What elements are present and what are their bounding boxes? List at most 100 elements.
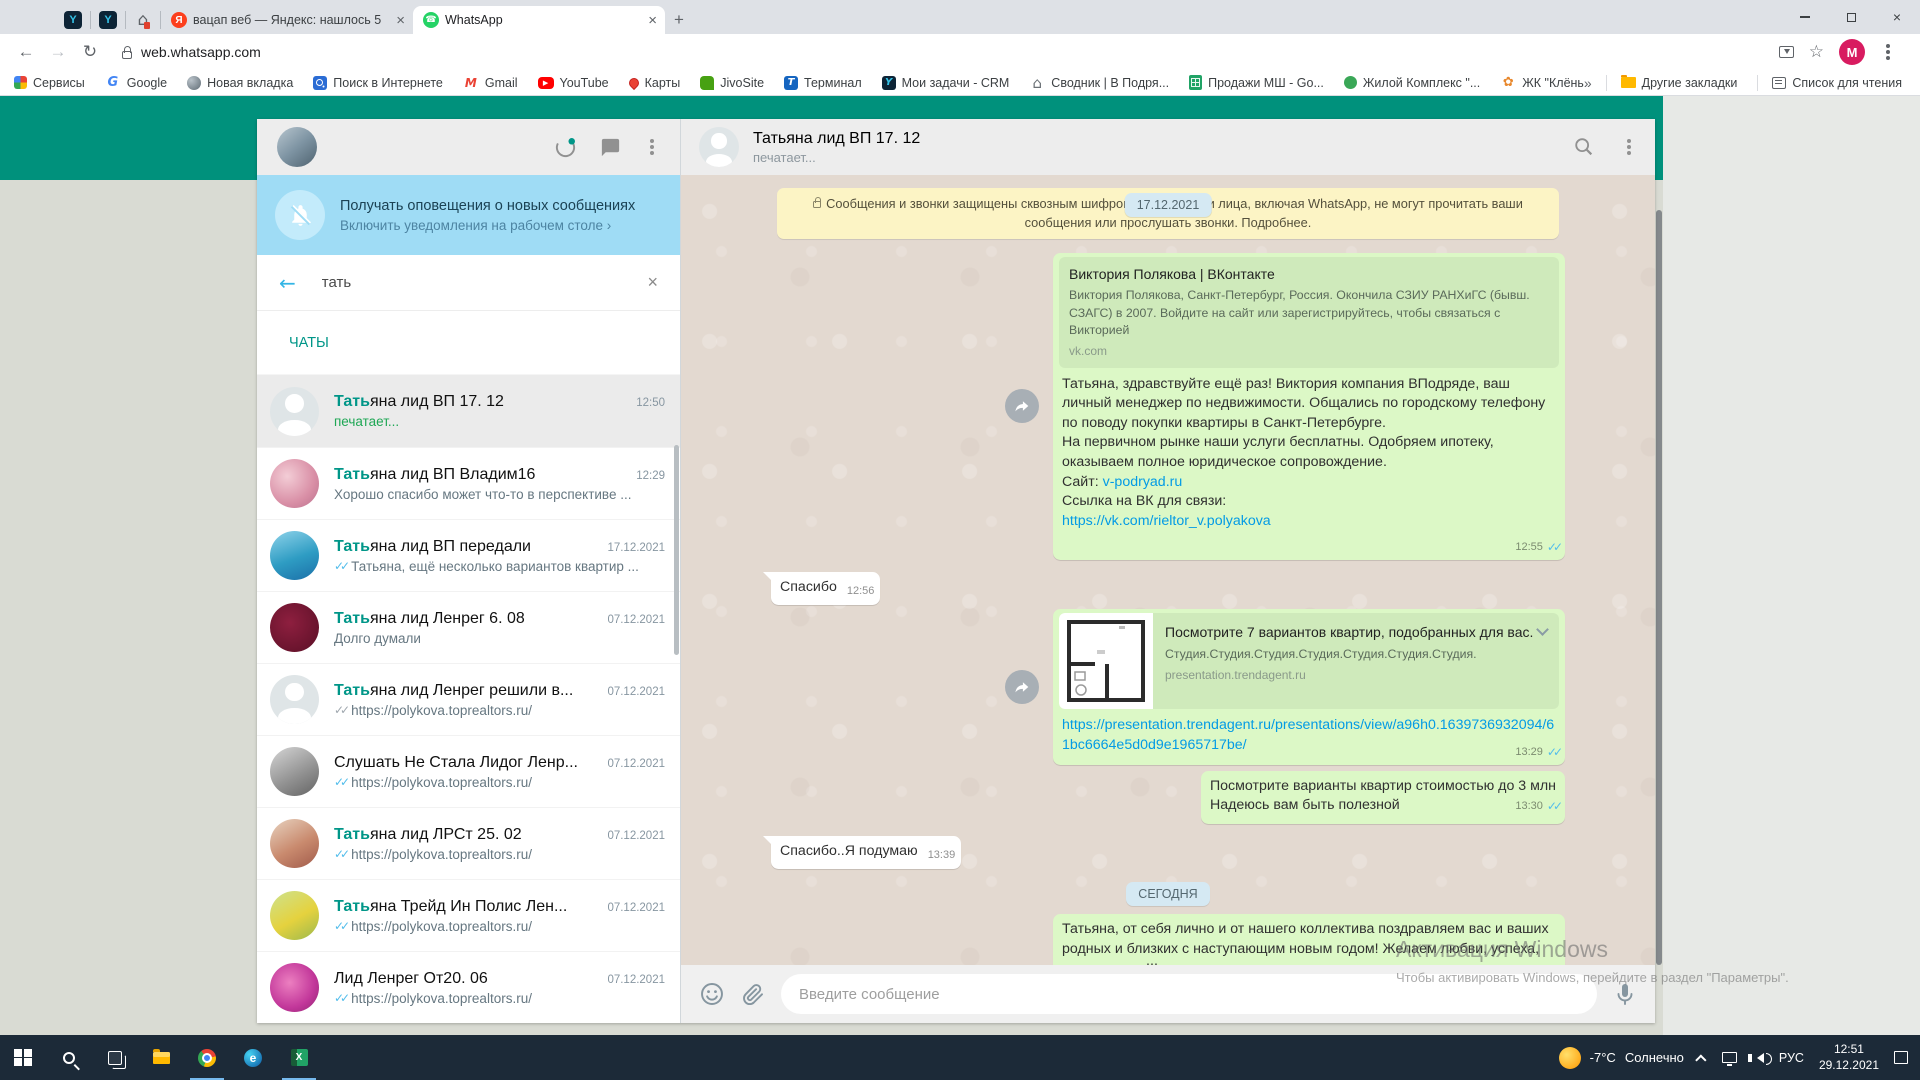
link[interactable]: https://presentation.trendagent.ru/prese…	[1062, 717, 1554, 753]
excel-button[interactable]	[276, 1035, 322, 1080]
today-chip: СЕГОДНЯ	[1126, 882, 1210, 907]
attach-icon[interactable]	[741, 982, 765, 1006]
bookmark-websearch[interactable]: Поиск в Интернете	[313, 75, 443, 90]
back-arrow-icon[interactable]: ←	[279, 271, 296, 295]
bookmark-kleny[interactable]: ✿ ЖК "Клёны" - гото...	[1500, 75, 1584, 91]
forward-icon[interactable]	[1005, 670, 1039, 705]
clock[interactable]: 12:51 29.12.2021	[1819, 1042, 1879, 1073]
taskbar-search-button[interactable]	[46, 1035, 92, 1080]
avatar	[270, 891, 319, 940]
chat-list-item[interactable]: Слушать Не Стала Лидог Ленр... 07.12.202…	[257, 735, 680, 807]
tab-close-icon[interactable]: ×	[648, 13, 657, 28]
action-center-icon[interactable]	[1894, 1051, 1908, 1064]
new-tab-button[interactable]: +	[665, 6, 693, 34]
chat-list-item[interactable]: Татьяна лид ЛРСт 25. 02 07.12.2021 https…	[257, 807, 680, 879]
tab-yandex-search[interactable]: Я вацап веб — Яндекс: нашлось 5 ×	[161, 6, 413, 34]
minimize-button[interactable]	[1782, 0, 1828, 34]
bookmark-gmail[interactable]: M Gmail	[463, 75, 518, 91]
forward-button[interactable]: →	[44, 38, 72, 66]
bookmark-green1[interactable]: Жилой Комплекс "...	[1343, 76, 1480, 90]
pinned-tab-yandex-2[interactable]: Y	[91, 6, 125, 34]
bookmark-maps[interactable]: Карты	[626, 75, 680, 90]
browser-profile-avatar[interactable]: M	[1839, 39, 1865, 65]
lock-icon	[122, 45, 132, 59]
chat-name: Татьяна лид Ленрег 6. 08	[334, 609, 525, 627]
scrollbar-thumb[interactable]	[1656, 210, 1662, 965]
message-bubble: Спасибо..Я подумаю 13:39	[762, 835, 962, 870]
address-bar[interactable]: web.whatsapp.com	[108, 38, 1775, 66]
pinned-tab-yandex-1[interactable]: Y	[56, 6, 90, 34]
mic-icon[interactable]	[1613, 982, 1637, 1006]
other-bookmarks-button[interactable]: Другие закладки	[1620, 75, 1737, 90]
chat-name: Слушать Не Стала Лидог Ленр...	[334, 753, 578, 771]
bookmark-globe[interactable]: Новая вкладка	[187, 75, 293, 90]
reading-list-button[interactable]: Список для чтения	[1772, 76, 1902, 90]
banner-subtitle[interactable]: Включить уведомления на рабочем столе ›	[340, 218, 635, 233]
reload-button[interactable]: ↻	[76, 38, 104, 66]
sidebar-scrollbar[interactable]	[674, 445, 679, 655]
display-tray-icon[interactable]	[1721, 1052, 1737, 1066]
clear-search-icon[interactable]: ×	[647, 272, 658, 293]
browser-menu-icon[interactable]	[1886, 50, 1890, 54]
bookmark-grid[interactable]: Сервисы	[14, 76, 85, 90]
bookmark-sheets[interactable]: Продажи МШ - Go...	[1189, 75, 1324, 90]
back-button[interactable]: ←	[12, 38, 40, 66]
link[interactable]: v-podryad.ru	[1103, 474, 1183, 490]
maximize-button[interactable]	[1828, 0, 1874, 34]
divider	[1757, 74, 1759, 91]
tab-close-icon[interactable]: ×	[396, 13, 405, 28]
chat-list-item[interactable]: Лид Ленрег От20. 06 07.12.2021 https://p…	[257, 951, 680, 1023]
chat-list-item[interactable]: Татьяна лид ВП 17. 12 12:50 печатает...	[257, 375, 680, 447]
message-bubble: Виктория Полякова | ВКонтакте Виктория П…	[1005, 253, 1565, 560]
tray-expand-icon[interactable]	[1695, 1053, 1707, 1066]
search-bar: ← ×	[257, 255, 680, 311]
bookmarks-overflow-icon[interactable]: »	[1584, 75, 1592, 91]
language-indicator[interactable]: РУС	[1779, 1051, 1804, 1065]
start-button[interactable]	[0, 1035, 46, 1080]
link[interactable]: https://vk.com/rieltor_v.polyakova	[1062, 513, 1271, 529]
edge-button[interactable]	[230, 1035, 276, 1080]
bookmark-jivo[interactable]: JivoSite	[700, 75, 764, 90]
profile-avatar[interactable]	[277, 127, 317, 167]
bookmark-star-icon[interactable]: ☆	[1809, 42, 1824, 62]
notifications-banner[interactable]: Получать оповещения о новых сообщениях В…	[257, 175, 680, 255]
share-icon[interactable]	[1778, 46, 1794, 58]
emoji-icon[interactable]	[699, 981, 725, 1007]
volume-icon[interactable]	[1747, 1052, 1772, 1065]
chat-list-item[interactable]: Татьяна Трейд Ин Полис Лен... 07.12.2021…	[257, 879, 680, 951]
chat-avatar[interactable]	[699, 127, 739, 167]
chat-last-message: Татьяна, ещё несколько вариантов квартир…	[334, 559, 665, 574]
chat-list-item[interactable]: Татьяна лид ВП передали 17.12.2021 Татья…	[257, 519, 680, 591]
bookmark-label: YouTube	[559, 75, 609, 90]
chat-header[interactable]: Татьяна лид ВП 17. 12 печатает...	[681, 119, 1655, 175]
bookmark-ytask[interactable]: Y Мои задачи - CRM	[881, 75, 1009, 90]
bookmark-home2[interactable]: ⌂ Сводник | В Подря...	[1029, 75, 1170, 91]
bookmark-youtube[interactable]: ▶ YouTube	[537, 75, 609, 90]
tab-whatsapp[interactable]: ☎ WhatsApp ×	[413, 6, 665, 34]
close-window-button[interactable]: ×	[1874, 0, 1920, 34]
file-explorer-button[interactable]	[138, 1035, 184, 1080]
message-text: Посмотрите варианты квартир стоимостью д…	[1209, 777, 1556, 814]
pinned-tab-home[interactable]: ⌂	[126, 6, 160, 34]
sidebar-menu-icon[interactable]	[650, 145, 654, 149]
search-icon[interactable]	[1573, 136, 1595, 158]
forward-icon[interactable]	[1005, 389, 1039, 424]
new-chat-icon[interactable]	[599, 136, 622, 159]
chat-name: Татьяна Трейд Ин Полис Лен...	[334, 897, 568, 915]
message-input[interactable]	[781, 974, 1597, 1014]
status-icon[interactable]	[554, 136, 577, 159]
bookmark-terminal[interactable]: T Терминал	[784, 75, 862, 90]
chat-name: Татьяна лид ВП Владим16	[334, 465, 536, 483]
chat-list-item[interactable]: Татьяна лид ВП Владим16 12:29 Хорошо спа…	[257, 447, 680, 519]
link-preview[interactable]: Посмотрите 7 вариантов квартир, подобран…	[1059, 613, 1559, 710]
chrome-button[interactable]	[184, 1035, 230, 1080]
link-preview[interactable]: Виктория Полякова | ВКонтакте Виктория П…	[1059, 257, 1559, 368]
page-scrollbar[interactable]	[1655, 96, 1663, 1035]
chat-menu-icon[interactable]	[1627, 145, 1631, 149]
bookmark-google[interactable]: G Google	[105, 75, 167, 91]
task-view-button[interactable]	[92, 1035, 138, 1080]
chat-list-item[interactable]: Татьяна лид Ленрег 6. 08 07.12.2021 Долг…	[257, 591, 680, 663]
chat-list-item[interactable]: Татьяна лид Ленрег решили в... 07.12.202…	[257, 663, 680, 735]
weather-widget[interactable]: -7°C Солнечно	[1558, 1046, 1684, 1069]
search-input[interactable]	[321, 274, 648, 291]
